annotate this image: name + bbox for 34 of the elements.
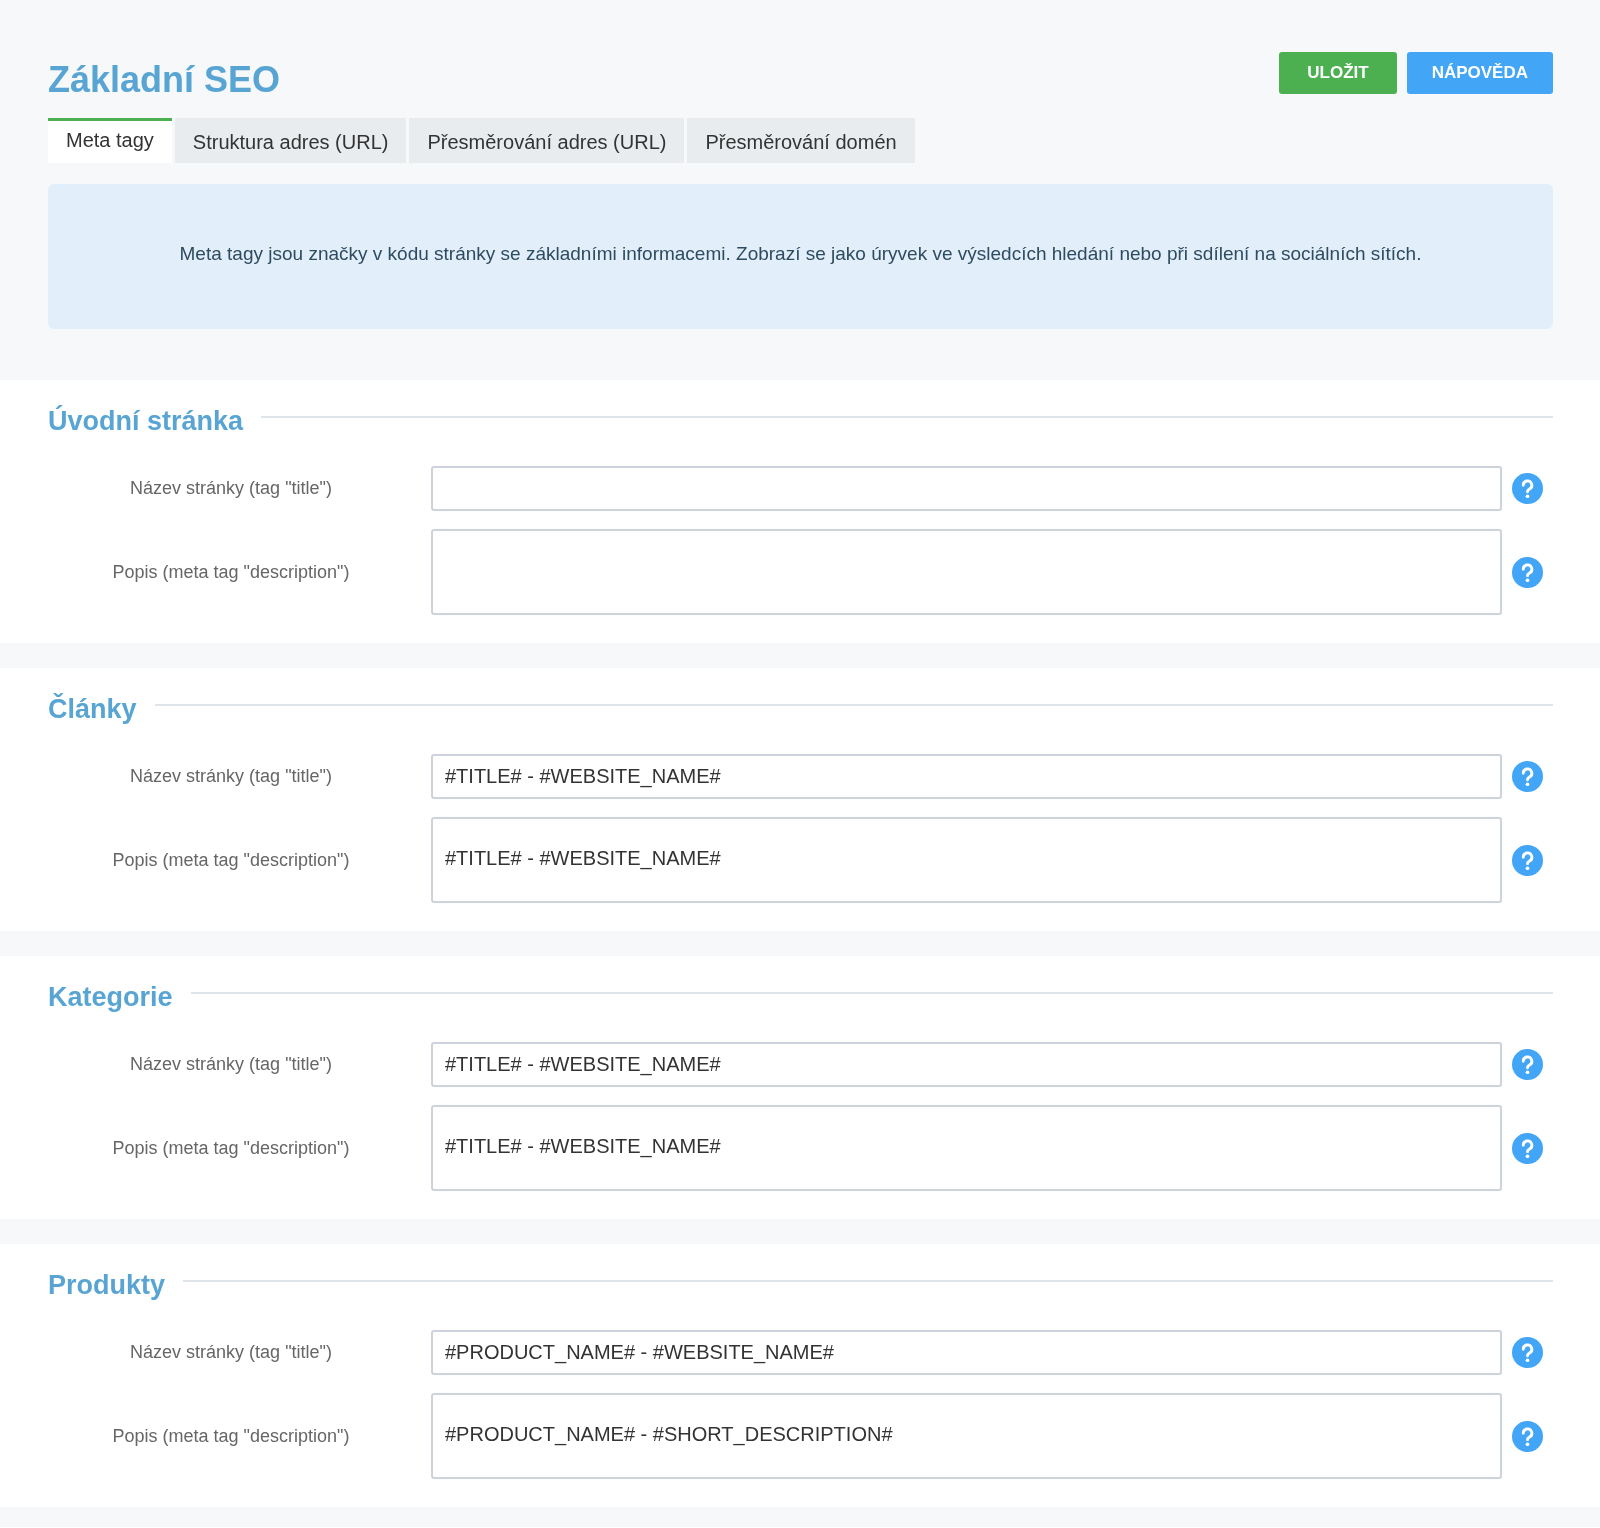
description-textarea-field[interactable]: #PRODUCT_NAME# - #SHORT_DESCRIPTION#: [431, 1393, 1502, 1479]
description-textarea-field[interactable]: #TITLE# - #WEBSITE_NAME#: [431, 1105, 1502, 1191]
title-input-field[interactable]: #PRODUCT_NAME# - #WEBSITE_NAME#: [431, 1330, 1502, 1375]
help-icon[interactable]: [1512, 761, 1543, 792]
title-input-field[interactable]: #TITLE# - #WEBSITE_NAME#: [431, 1042, 1502, 1087]
tab[interactable]: Přesměrování adres (URL): [409, 118, 685, 163]
help-icon[interactable]: [1512, 1132, 1543, 1164]
field-label: Název stránky (tag "title"): [130, 1054, 332, 1075]
field-label: Popis (meta tag "description"): [112, 561, 350, 583]
help-icon[interactable]: [1512, 473, 1543, 504]
section-heading: Články: [48, 692, 137, 726]
field-label: Popis (meta tag "description"): [112, 849, 350, 871]
tab[interactable]: Struktura adres (URL): [174, 118, 407, 163]
help-icon[interactable]: [1512, 844, 1543, 876]
description-textarea-field[interactable]: #TITLE# - #WEBSITE_NAME#: [431, 817, 1502, 903]
section-heading: Produkty: [48, 1269, 166, 1302]
help-icon[interactable]: [1512, 1420, 1543, 1452]
field-label: Popis (meta tag "description"): [112, 1137, 350, 1159]
field-label: Název stránky (tag "title"): [130, 1342, 332, 1363]
field-label: Název stránky (tag "title"): [130, 478, 332, 499]
title-input-field[interactable]: #TITLE# - #WEBSITE_NAME#: [431, 754, 1502, 799]
help-icon[interactable]: [1512, 1049, 1543, 1080]
section-heading: Úvodní stránka: [48, 404, 244, 438]
help-icon[interactable]: [1512, 556, 1543, 588]
field-label: Popis (meta tag "description"): [112, 1425, 350, 1447]
section-heading: Kategorie: [48, 981, 173, 1014]
page-title: Základní SEO: [48, 58, 281, 102]
description-textarea-field[interactable]: [431, 529, 1502, 615]
title-input-field[interactable]: [431, 466, 1502, 511]
info-text: Meta tagy jsou značky v kódu stránky se základními informacemi. Zobrazí se jako úryvek ve výsledcích hledání nebo při sdílení na sociálních sítích.: [179, 242, 1422, 265]
tab[interactable]: Meta tagy: [48, 118, 172, 163]
help-icon[interactable]: [1512, 1337, 1543, 1368]
tab[interactable]: Přesměrování domén: [687, 118, 915, 163]
field-label: Název stránky (tag "title"): [130, 766, 332, 787]
